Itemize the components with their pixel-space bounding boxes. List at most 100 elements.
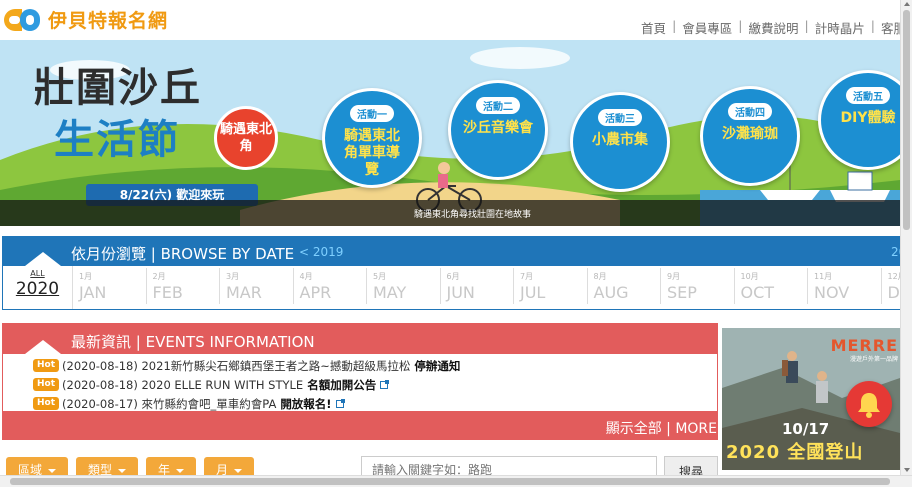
- browse-notch: [25, 252, 61, 266]
- month-abbr: SEP: [667, 283, 697, 302]
- month-abbr: OCT: [740, 283, 775, 302]
- scrollbar-thumb[interactable]: [10, 478, 890, 485]
- horizontal-scrollbar[interactable]: [0, 475, 912, 487]
- event-text: (2020-08-18) 2021新竹縣尖石鄉鎮西堡王者之路~撼動超級馬拉松: [62, 358, 411, 373]
- month-list: ALL 2020 1月 JAN 2月 FEB 3月 MAR 4月 APR 5月 MAY 6…: [3, 266, 911, 309]
- month-apr[interactable]: 4月 APR: [294, 268, 367, 304]
- month-abbr: JUL: [520, 283, 546, 302]
- events-panel: 最新資訊 | EVENTS INFORMATION Hot (2020-08-1…: [2, 323, 718, 440]
- month-may[interactable]: 5月 MAY: [367, 268, 441, 304]
- bell-icon: [858, 393, 880, 418]
- notification-bell-button[interactable]: [846, 381, 892, 427]
- month-mar[interactable]: 3月 MAR: [220, 268, 294, 304]
- month-sep[interactable]: 9月 SEP: [661, 268, 735, 304]
- activity-name: 小農市集: [592, 132, 648, 148]
- events-header: 最新資訊 | EVENTS INFORMATION: [3, 324, 717, 354]
- chevron-down-icon: [176, 468, 185, 473]
- event-emphasis: 開放報名!: [280, 396, 332, 411]
- site-logo[interactable]: 伊貝特報名網: [4, 6, 168, 33]
- month-oct[interactable]: 10月 OCT: [735, 268, 808, 304]
- current-year: 2020: [15, 279, 60, 299]
- banner-meet-badge: 騎遇東北角: [214, 106, 278, 170]
- banner-title-line1: 壯圍沙丘: [34, 65, 202, 111]
- activity-circle-1[interactable]: 活動一 騎遇東北角單車導覽: [322, 88, 422, 188]
- activity-name: 沙灘瑜珈: [722, 126, 778, 142]
- hero-banner[interactable]: 壯圍沙丘 生活節 騎遇東北角 8/22(六) 歡迎來玩 活動一 騎遇東北角單車導…: [0, 40, 900, 226]
- month-abbr: JAN: [79, 283, 107, 302]
- site-header: 伊貝特報名網 首頁 | 會員專區 | 繳費說明 | 計時晶片 | 客服: [0, 0, 912, 40]
- month-feb[interactable]: 2月 FEB: [147, 268, 220, 304]
- month-jun[interactable]: 6月 JUN: [441, 268, 514, 304]
- nav-timing-chip[interactable]: 計時晶片: [809, 18, 871, 37]
- scroll-up-icon[interactable]: [904, 2, 910, 6]
- activity-circle-4[interactable]: 活動四 沙灘瑜珈: [700, 86, 800, 186]
- logo-icon: [4, 8, 40, 31]
- event-emphasis: 名額加開公告: [307, 377, 377, 392]
- browse-by-date-panel: 依月份瀏覽 | BROWSE BY DATE < 2019 20 ALL 202…: [2, 236, 912, 310]
- month-jan[interactable]: 1月 JAN: [73, 268, 147, 304]
- ad-text: 2020 全國登山: [726, 442, 864, 463]
- activity-tag: 活動四: [728, 103, 772, 120]
- month-number: 6月: [446, 272, 460, 281]
- month-jul[interactable]: 7月 JUL: [514, 268, 588, 304]
- prev-year-link[interactable]: < 2019: [299, 245, 343, 259]
- activity-name: 沙丘音樂會: [463, 120, 533, 136]
- external-link-icon: [380, 379, 390, 389]
- month-number: 2月: [152, 272, 166, 281]
- banner-title-line2: 生活節: [54, 117, 180, 163]
- hot-badge: Hot: [33, 378, 60, 391]
- activity-name: 騎遇東北角單車導覽: [344, 128, 400, 178]
- activity-circle-2[interactable]: 活動二 沙丘音樂會: [448, 80, 548, 180]
- chevron-down-icon: [118, 468, 127, 473]
- event-text: (2020-08-17) 來竹縣約會吧_單車約會PA: [62, 396, 277, 411]
- nav-home[interactable]: 首頁: [635, 18, 672, 37]
- all-label: ALL: [30, 269, 45, 278]
- month-number: 7月: [520, 272, 534, 281]
- activity-circle-3[interactable]: 活動三 小農市集: [570, 92, 670, 192]
- nav-payment[interactable]: 繳費說明: [743, 18, 805, 37]
- event-item[interactable]: Hot (2020-08-18) 2021新竹縣尖石鄉鎮西堡王者之路~撼動超級馬…: [33, 356, 460, 375]
- external-link-icon: [335, 398, 345, 408]
- banner-caption: 騎遇東北角尋找壯圍在地故事: [413, 210, 531, 220]
- browse-header: 依月份瀏覽 | BROWSE BY DATE < 2019 20: [3, 237, 911, 266]
- month-nov[interactable]: 11月 NOV: [808, 268, 882, 304]
- top-nav: 首頁 | 會員專區 | 繳費說明 | 計時晶片 | 客服: [635, 18, 912, 37]
- ad-brand: MERRE: [830, 336, 898, 355]
- nav-member[interactable]: 會員專區: [676, 18, 738, 37]
- hot-badge: Hot: [33, 359, 60, 372]
- month-aug[interactable]: 8月 AUG: [588, 268, 661, 304]
- month-abbr: MAR: [226, 283, 262, 302]
- scroll-down-icon[interactable]: [904, 468, 910, 472]
- hot-badge: Hot: [33, 397, 60, 410]
- ad-subtitle: 漫遊戶外第一品牌: [849, 356, 898, 363]
- month-number: 1月: [79, 272, 93, 281]
- event-emphasis: 停辦通知: [414, 358, 461, 373]
- month-abbr: APR: [299, 283, 332, 302]
- month-number: 10月: [740, 272, 759, 281]
- activity-tag: 活動二: [476, 97, 520, 114]
- month-abbr: JUN: [446, 283, 475, 302]
- browse-title: 依月份瀏覽 | BROWSE BY DATE: [71, 245, 295, 263]
- event-item[interactable]: Hot (2020-08-18) 2020 ELLE RUN WITH STYL…: [33, 375, 460, 394]
- activity-tag: 活動五: [846, 87, 890, 104]
- month-number: 11月: [814, 272, 833, 281]
- events-list: Hot (2020-08-18) 2021新竹縣尖石鄉鎮西堡王者之路~撼動超級馬…: [33, 356, 460, 413]
- vertical-scrollbar[interactable]: [900, 0, 912, 475]
- scrollbar-thumb[interactable]: [903, 10, 910, 230]
- month-number: 8月: [593, 272, 607, 281]
- events-footer: 顯示全部 | MORE: [3, 411, 717, 439]
- activity-tag: 活動一: [350, 105, 394, 122]
- month-abbr: NOV: [814, 283, 850, 302]
- month-abbr: MAY: [373, 283, 407, 302]
- show-all-link[interactable]: 顯示全部 | MORE: [606, 418, 717, 438]
- logo-text: 伊貝特報名網: [48, 10, 169, 32]
- event-text: (2020-08-18) 2020 ELLE RUN WITH STYLE: [62, 377, 304, 392]
- activity-name: DIY體驗: [840, 110, 896, 126]
- month-all[interactable]: ALL 2020: [3, 266, 73, 309]
- events-title: 最新資訊 | EVENTS INFORMATION: [71, 333, 315, 351]
- month-abbr: AUG: [593, 283, 629, 302]
- activity-tag: 活動三: [598, 109, 642, 126]
- chevron-down-icon: [234, 468, 243, 473]
- month-number: 9月: [667, 272, 681, 281]
- month-number: 4月: [299, 272, 313, 281]
